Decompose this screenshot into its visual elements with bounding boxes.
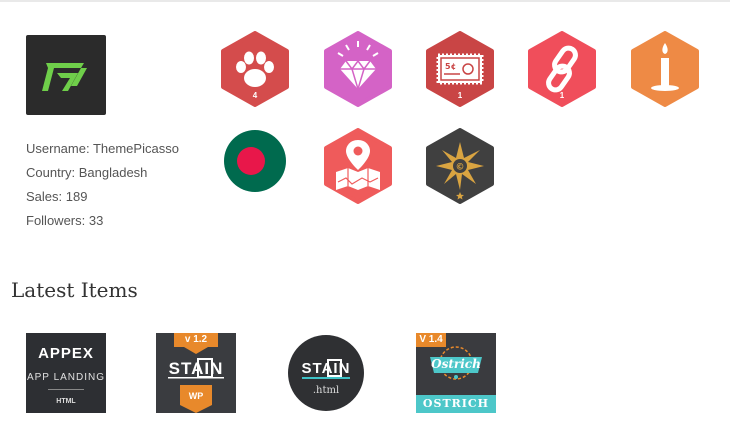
badge-count: 4 <box>252 91 258 100</box>
item-title: STAIN <box>301 360 351 377</box>
map-pin-icon <box>324 128 392 204</box>
item-thumb-stain-html[interactable]: STAIN .html <box>286 333 366 413</box>
link-badge[interactable]: 1 <box>526 31 598 107</box>
svg-text:©: © <box>456 163 465 173</box>
item-thumb-appex[interactable]: APPEX APP LANDING HTML <box>26 333 106 413</box>
item-title: STAIN <box>168 359 224 378</box>
author-sales: Sales: 189 <box>26 189 88 204</box>
ninja-star-icon: © <box>426 128 494 204</box>
bangladesh-flag-badge[interactable] <box>219 124 291 200</box>
author-username: Username: ThemePicasso <box>26 141 179 156</box>
top-divider <box>0 0 730 2</box>
item-tag: WP <box>188 391 204 401</box>
badge-count: 1 <box>457 91 463 100</box>
item-title: Ostrich <box>431 357 481 371</box>
item-tag: HTML <box>56 398 76 405</box>
candle-badge[interactable] <box>629 31 701 107</box>
item-tag: OSTRICH <box>422 397 490 410</box>
item-thumb-stain-wp[interactable]: v 1.2 STAIN WP <box>156 333 236 413</box>
item-subtitle: APP LANDING <box>26 372 106 383</box>
ninja-star-badge[interactable]: © <box>424 128 496 204</box>
item-tag: .html <box>312 385 340 396</box>
paw-badge[interactable]: 4 <box>219 31 291 107</box>
item-thumb-ostrich[interactable]: V 1.4 Ostrich OSTRICH <box>416 333 496 413</box>
diamond-icon <box>324 31 392 107</box>
divider <box>48 389 84 390</box>
svg-text:5¢: 5¢ <box>445 62 456 71</box>
item-title: APPEX <box>38 345 94 362</box>
author-info: Username: ThemePicasso Country: Banglade… <box>26 137 179 233</box>
author-avatar[interactable] <box>26 35 106 115</box>
candle-icon <box>631 31 699 107</box>
badge-count: 1 <box>559 91 565 100</box>
diamond-badge[interactable] <box>322 31 394 107</box>
map-badge[interactable] <box>322 128 394 204</box>
bangladesh-flag-icon <box>224 130 286 192</box>
author-country: Country: Bangladesh <box>26 165 148 180</box>
stamp-badge[interactable]: 5¢ 1 <box>424 31 496 107</box>
latest-items-title: Latest Items <box>11 278 138 302</box>
themepicasso-logo-icon <box>42 63 87 91</box>
author-followers: Followers: 33 <box>26 213 104 228</box>
